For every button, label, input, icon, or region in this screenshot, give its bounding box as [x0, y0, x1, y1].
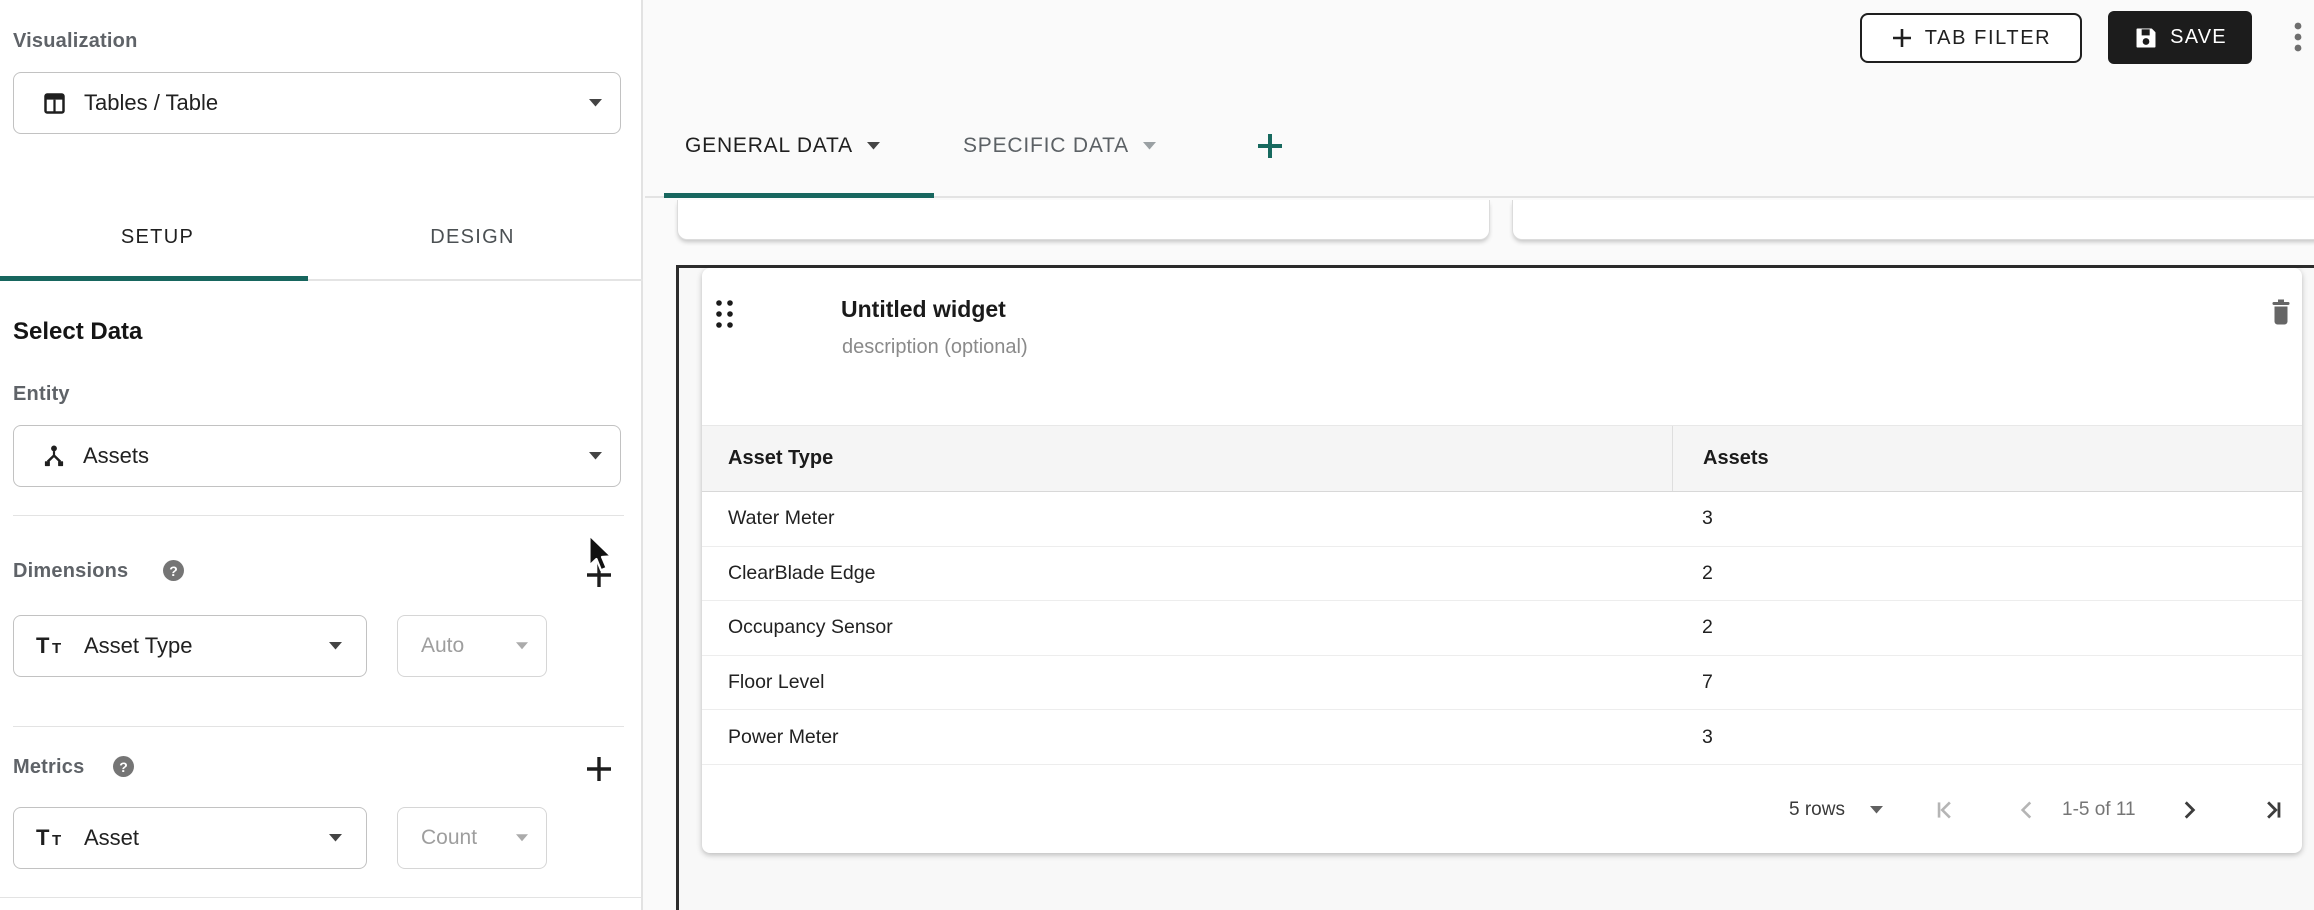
peek-widget-card[interactable] [1512, 200, 2314, 240]
metric-field-value: Asset [84, 825, 140, 850]
first-page-button[interactable] [1932, 766, 1958, 853]
last-page-button[interactable] [2260, 766, 2286, 853]
save-label: SAVE [2170, 26, 2227, 48]
add-data-tab-button[interactable] [1256, 132, 1284, 160]
asset-type-cell: Floor Level [728, 671, 825, 694]
next-page-button[interactable] [2176, 766, 2202, 853]
save-icon [2133, 25, 2159, 51]
table-row[interactable]: Floor Level 7 [702, 655, 2302, 711]
svg-text:T: T [52, 640, 61, 657]
visualization-label: Visualization [13, 30, 138, 52]
table-row[interactable]: Power Meter 3 [702, 710, 2302, 765]
visualization-select[interactable]: Tables / Table [13, 72, 621, 134]
chevron-down-icon [329, 834, 342, 842]
widget-table: Asset Type Assets Water Meter 3 ClearBlade… [702, 425, 2302, 765]
delete-widget-icon[interactable] [2269, 298, 2293, 326]
sidebar-tab-bar: SETUP DESIGN [0, 214, 630, 278]
chevron-down-icon [329, 642, 342, 650]
tab-setup[interactable]: SETUP [0, 214, 315, 278]
metric-aggregate-select[interactable]: Count [397, 807, 547, 869]
tab-specific-data[interactable]: SPECIFIC DATA [963, 134, 1156, 158]
dimensions-help-icon[interactable]: ? [163, 560, 184, 581]
assets-count-cell: 2 [1702, 561, 1713, 584]
tab-filter-button[interactable]: TAB FILTER [1860, 13, 2082, 63]
entity-label: Entity [13, 383, 70, 405]
dimensions-label: Dimensions [13, 560, 129, 582]
metrics-label: Metrics [13, 756, 85, 778]
widget-description-input[interactable] [842, 336, 1482, 359]
asset-type-cell: Power Meter [728, 725, 839, 748]
drag-handle[interactable] [714, 298, 734, 328]
visualization-value: Tables / Table [84, 90, 219, 115]
device-hub-icon [41, 443, 67, 469]
save-button[interactable]: SAVE [2108, 11, 2252, 64]
page-range-label: 1-5 of 11 [2062, 798, 2136, 820]
chevron-down-icon [516, 642, 528, 650]
table-body: Water Meter 3 ClearBlade Edge 2 Occupancy Se… [702, 492, 2302, 765]
assets-count-cell: 3 [1702, 507, 1713, 530]
dimension-bucket-select[interactable]: Auto [397, 615, 547, 677]
rows-per-page-select[interactable]: 5 rows [1789, 766, 1845, 853]
entity-select[interactable]: Assets [13, 425, 621, 487]
entity-value: Assets [83, 443, 150, 468]
dashboard-builder: Visualization Tables / Table SETUP DESIG… [0, 0, 2314, 910]
assets-count-cell: 2 [1702, 616, 1713, 639]
assets-count-cell: 3 [1702, 725, 1713, 748]
dimension-field-select[interactable]: T T Asset Type [13, 615, 367, 677]
asset-type-cell: Water Meter [728, 507, 835, 530]
chevron-down-icon [866, 142, 880, 150]
table-pagination: 5 rows 1-5 of 11 [702, 766, 2302, 853]
chevron-down-icon [589, 99, 602, 107]
table-header-row: Asset Type Assets [702, 425, 2302, 492]
section-divider [13, 726, 624, 727]
dimension-bucket-value: Auto [421, 634, 465, 657]
section-divider [13, 515, 624, 516]
rows-per-page-value: 5 rows [1789, 798, 1845, 820]
table-row[interactable]: ClearBlade Edge 2 [702, 546, 2302, 602]
section-divider [0, 897, 643, 898]
text-fields-icon: T T [36, 826, 70, 850]
kebab-menu-icon[interactable] [2293, 21, 2303, 55]
dimension-field-value: Asset Type [84, 633, 193, 658]
column-header-assets[interactable]: Assets [1672, 426, 2302, 491]
svg-text:T: T [36, 826, 50, 850]
widget-title-input[interactable] [841, 296, 1481, 323]
peek-widget-card[interactable] [677, 200, 1490, 240]
rows-per-page-caret-icon[interactable] [1870, 766, 1883, 853]
add-metric-button[interactable] [584, 754, 614, 784]
text-fields-icon: T T [36, 634, 70, 658]
setup-tab-active-indicator [0, 276, 308, 281]
asset-type-cell: Occupancy Sensor [728, 616, 893, 639]
tab-design[interactable]: DESIGN [315, 214, 630, 278]
settings-sidebar: Visualization Tables / Table SETUP DESIG… [0, 0, 643, 910]
add-dimension-button[interactable] [584, 560, 614, 590]
chevron-down-icon [589, 452, 602, 460]
metric-aggregate-value: Count [421, 826, 478, 849]
svg-text:T: T [52, 832, 61, 849]
tab-filter-label: TAB FILTER [1924, 26, 2052, 49]
chevron-down-icon [516, 834, 528, 842]
svg-text:T: T [36, 634, 50, 658]
table-row[interactable]: Water Meter 3 [702, 492, 2302, 547]
plus-icon [1891, 27, 1913, 49]
table-row[interactable]: Occupancy Sensor 2 [702, 601, 2302, 656]
metric-field-select[interactable]: T T Asset [13, 807, 367, 869]
tab-general-data[interactable]: GENERAL DATA [685, 134, 880, 158]
general-data-active-indicator [664, 193, 934, 198]
metrics-help-icon[interactable]: ? [113, 756, 134, 777]
widget-card: Asset Type Assets Water Meter 3 ClearBlade… [702, 268, 2302, 853]
specific-data-label: SPECIFIC DATA [963, 134, 1129, 157]
asset-type-cell: ClearBlade Edge [728, 561, 876, 584]
chevron-down-icon [1142, 142, 1156, 150]
general-data-label: GENERAL DATA [685, 134, 853, 157]
column-header-asset-type[interactable]: Asset Type [702, 447, 1672, 470]
previous-page-button[interactable] [2014, 766, 2040, 853]
assets-count-cell: 7 [1702, 671, 1713, 694]
select-data-title: Select Data [13, 318, 143, 345]
table-icon [41, 90, 68, 117]
